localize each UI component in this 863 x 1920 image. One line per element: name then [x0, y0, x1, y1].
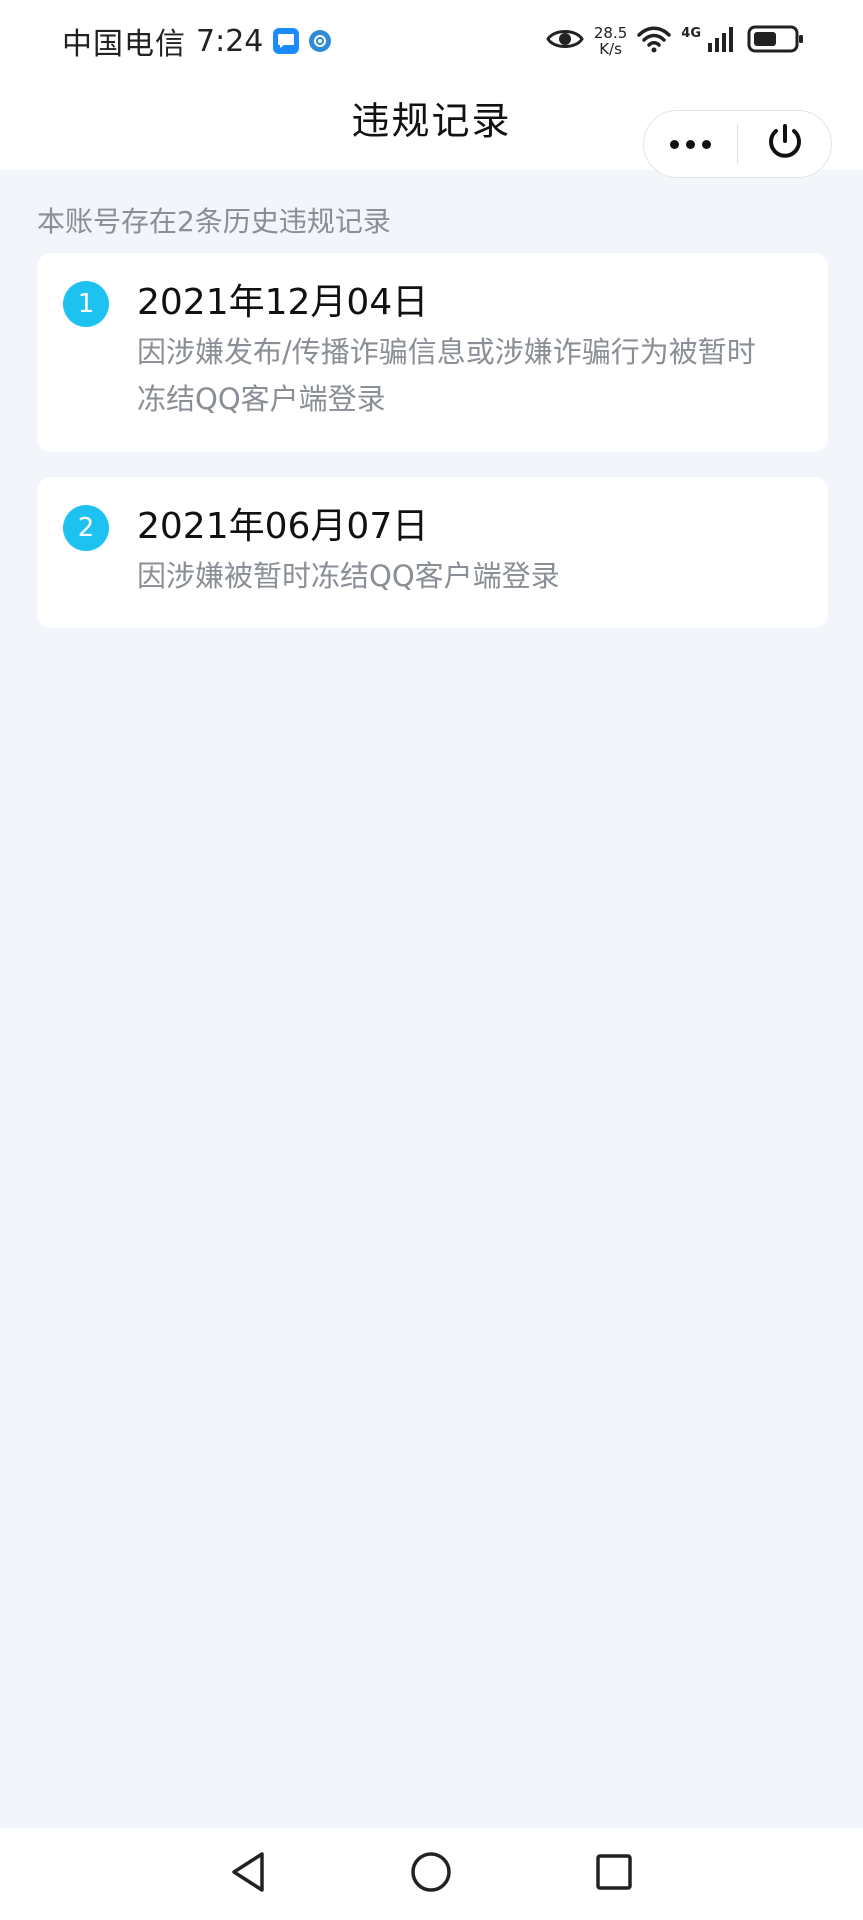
wifi-icon	[637, 25, 672, 57]
record-reason-line: 冻结QQ客户端登录	[137, 382, 386, 416]
net-speed-value: 28.5	[593, 24, 628, 42]
clock: 7:24	[196, 23, 264, 59]
more-button[interactable]	[644, 111, 737, 177]
status-right: 28.5 K/s 4G	[546, 24, 805, 58]
record-index-badge: 2	[63, 505, 109, 551]
status-bar: 中国电信 7:24 28.5 K/s 4G	[0, 0, 863, 82]
record-reason-line: 因涉嫌发布/传播诈骗信息或涉嫌诈骗行为被暂时	[137, 335, 756, 369]
message-notification-icon	[273, 28, 300, 54]
status-left: 中国电信 7:24	[62, 19, 332, 63]
recents-square-icon	[594, 1852, 634, 1896]
record-index-badge: 1	[63, 281, 109, 327]
header: 违规记录	[0, 82, 863, 178]
net-speed-unit: K/s	[599, 40, 622, 58]
recents-button[interactable]	[588, 1848, 640, 1900]
system-nav-bar	[0, 1828, 863, 1920]
record-reason-line: 因涉嫌被暂时冻结QQ客户端登录	[137, 559, 560, 593]
record-card: 2 2021年06月07日 因涉嫌被暂时冻结QQ客户端登录	[37, 477, 828, 628]
home-circle-icon	[409, 1850, 453, 1898]
home-button[interactable]	[405, 1848, 457, 1900]
record-reason: 因涉嫌被暂时冻结QQ客户端登录	[137, 553, 800, 600]
mini-program-capsule	[643, 110, 832, 178]
eye-icon	[546, 26, 584, 56]
close-button[interactable]	[738, 111, 831, 177]
record-date: 2021年06月07日	[137, 506, 429, 547]
app-notification-icon	[309, 30, 332, 52]
back-triangle-icon	[228, 1850, 268, 1898]
signal-type: 4G	[681, 26, 701, 41]
record-date: 2021年12月04日	[137, 282, 429, 323]
battery-icon	[747, 24, 805, 58]
screen: 中国电信 7:24 28.5 K/s 4G 违规记录 本账号存在2条历史违规记录…	[0, 0, 863, 1920]
carrier-name: 中国电信	[62, 27, 186, 62]
power-icon	[764, 121, 806, 167]
record-card: 1 2021年12月04日 因涉嫌发布/传播诈骗信息或涉嫌诈骗行为被暂时 冻结Q…	[37, 253, 828, 452]
summary-text: 本账号存在2条历史违规记录	[37, 205, 391, 238]
more-dots-icon	[670, 139, 711, 149]
signal-icon	[707, 25, 737, 57]
record-reason: 因涉嫌发布/传播诈骗信息或涉嫌诈骗行为被暂时 冻结QQ客户端登录	[137, 329, 800, 423]
net-speed: 28.5 K/s	[594, 25, 627, 57]
back-button[interactable]	[222, 1848, 274, 1900]
